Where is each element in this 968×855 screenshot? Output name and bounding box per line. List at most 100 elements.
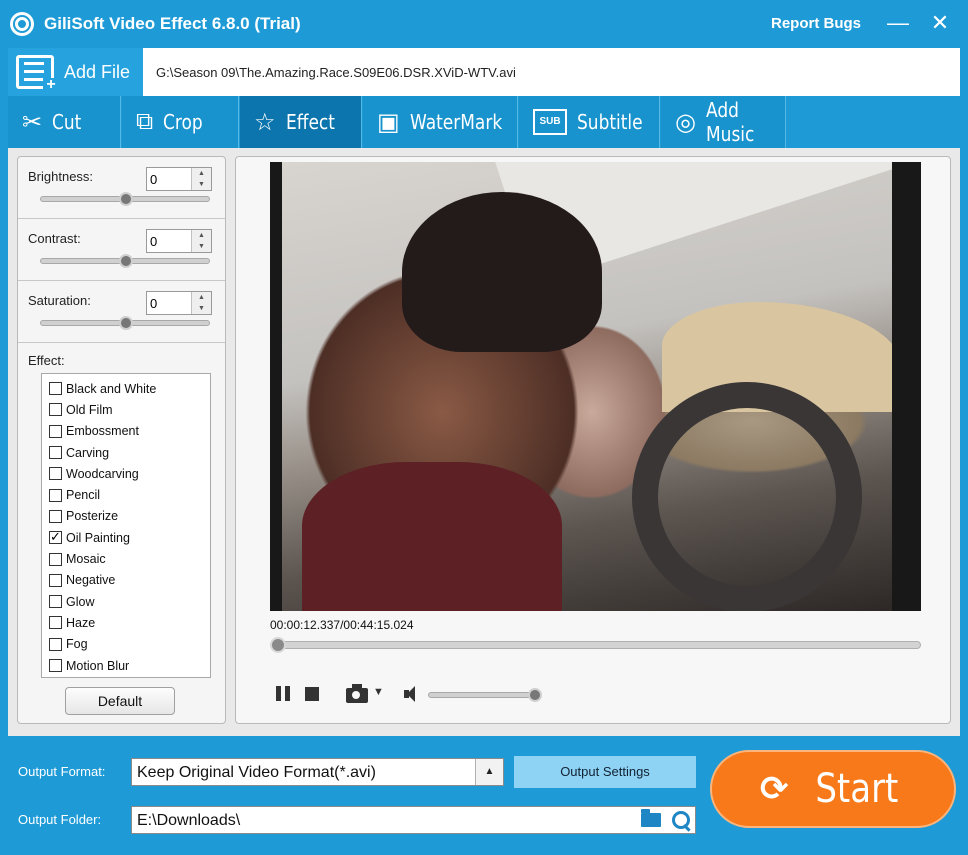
folder-icon[interactable] — [641, 809, 661, 827]
effect-item[interactable]: Haze — [42, 612, 210, 633]
tab-label: Effect — [285, 110, 335, 134]
spin-down-icon[interactable]: ▼ — [192, 179, 211, 190]
start-label: Start — [815, 766, 899, 812]
effect-checkbox[interactable] — [49, 659, 62, 672]
saturation-value: 0 — [150, 296, 158, 311]
output-folder-field[interactable]: E:\Downloads\ — [131, 806, 696, 834]
chevron-down-icon[interactable]: ▼ — [373, 686, 384, 698]
spin-up-icon[interactable]: ▲ — [192, 292, 211, 303]
tab-cut[interactable]: ✂ Cut — [8, 96, 121, 148]
effect-checkbox[interactable] — [49, 637, 62, 651]
effect-label: Old Film — [66, 402, 113, 417]
effect-item[interactable]: Oil Painting — [42, 527, 210, 548]
saturation-label: Saturation: — [28, 293, 91, 308]
effect-checkbox[interactable] — [49, 616, 62, 630]
close-button[interactable]: ✕ — [924, 8, 956, 40]
tab-label: Cut — [52, 110, 82, 134]
brightness-value: 0 — [150, 172, 158, 187]
camera-icon — [346, 684, 368, 703]
effect-item[interactable]: Glow — [42, 591, 210, 612]
effect-checkbox[interactable] — [49, 403, 62, 417]
add-file-button[interactable]: + Add File — [8, 48, 143, 96]
title-bar: GiliSoft Video Effect 6.8.0 (Trial) Repo… — [0, 0, 968, 48]
effect-checkbox[interactable] — [49, 529, 62, 545]
effect-item[interactable]: Embossment — [42, 421, 210, 442]
contrast-slider[interactable] — [40, 254, 210, 268]
effect-item[interactable]: Fog — [42, 634, 210, 655]
effect-checkbox[interactable] — [49, 595, 62, 609]
seek-bar[interactable] — [270, 637, 921, 653]
output-folder-value: E:\Downloads\ — [137, 812, 241, 829]
effect-checkbox[interactable] — [49, 446, 62, 460]
file-path: G:\Season 09\The.Amazing.Race.S09E06.DSR… — [156, 65, 516, 80]
effect-checkbox[interactable] — [49, 509, 62, 523]
contrast-group: Contrast: 0 ▲ ▼ — [18, 219, 225, 281]
output-settings-button[interactable]: Output Settings — [514, 756, 696, 788]
tab-add-music[interactable]: ◎ Add Music — [661, 96, 786, 148]
effect-checkbox[interactable] — [49, 552, 62, 566]
saturation-slider[interactable] — [40, 316, 210, 330]
effect-item[interactable]: Pencil — [42, 484, 210, 505]
effect-item[interactable]: Woodcarving — [42, 463, 210, 484]
output-format-label: Output Format: — [18, 764, 106, 779]
slider-knob[interactable] — [119, 192, 133, 206]
effect-item[interactable]: Black and White — [42, 378, 210, 399]
tab-label: Crop — [163, 110, 203, 134]
volume-icon[interactable] — [404, 684, 422, 704]
tab-label: WaterMark — [409, 110, 502, 134]
effect-checkbox[interactable] — [49, 424, 62, 438]
effect-label: Carving — [66, 445, 110, 460]
slider-knob[interactable] — [119, 316, 133, 330]
brightness-spinbox[interactable]: 0 ▲ ▼ — [146, 167, 212, 191]
effect-item[interactable]: Posterize — [42, 506, 210, 527]
spin-down-icon[interactable]: ▼ — [192, 241, 211, 252]
tab-subtitle[interactable]: SUB Subtitle — [519, 96, 660, 148]
effect-label: Haze — [66, 615, 96, 630]
effect-item[interactable]: Negative — [42, 570, 210, 591]
effect-checkbox[interactable] — [49, 382, 62, 396]
effect-checkbox[interactable] — [49, 573, 62, 587]
minimize-button[interactable]: — — [882, 8, 914, 40]
contrast-spinbox[interactable]: 0 ▲ ▼ — [146, 229, 212, 253]
brightness-slider[interactable] — [40, 192, 210, 206]
default-button[interactable]: Default — [65, 687, 175, 715]
snapshot-button[interactable]: ▼ — [346, 684, 384, 704]
file-row: + Add File G:\Season 09\The.Amazing.Race… — [8, 48, 960, 96]
tab-label: Subtitle — [577, 110, 643, 134]
spin-down-icon[interactable]: ▼ — [192, 303, 211, 314]
spin-up-icon[interactable]: ▲ — [192, 230, 211, 241]
volume-slider[interactable] — [428, 688, 542, 702]
total-time: 00:44:15.024 — [343, 618, 414, 632]
effect-item[interactable]: Motion Blur — [42, 655, 210, 676]
tab-bar: ✂ Cut ⧉ Crop ☆ Effect ▣ WaterMark SUB Su… — [8, 96, 960, 148]
add-file-icon: + — [16, 55, 59, 94]
search-icon[interactable] — [671, 810, 693, 832]
volume-knob[interactable] — [528, 688, 542, 702]
video-frame — [282, 162, 892, 611]
effect-checkbox[interactable] — [49, 488, 62, 502]
start-button[interactable]: ⟳ Start — [710, 750, 956, 828]
effect-checkbox[interactable] — [49, 467, 62, 481]
tab-effect[interactable]: ☆ Effect — [240, 96, 362, 148]
output-format-select[interactable]: Keep Original Video Format(*.avi) ▲ — [131, 758, 504, 786]
effect-label: Negative — [66, 573, 116, 588]
stop-button[interactable] — [305, 684, 319, 704]
refresh-icon: ⟳ — [759, 770, 789, 808]
report-bugs-link[interactable]: Report Bugs — [771, 15, 861, 32]
pause-button[interactable] — [276, 684, 292, 704]
saturation-spinbox[interactable]: 0 ▲ ▼ — [146, 291, 212, 315]
star-icon: ☆ — [254, 108, 276, 136]
effect-item[interactable]: Mosaic — [42, 548, 210, 569]
effect-title: Effect: — [28, 353, 65, 368]
subtitle-icon: SUB — [533, 109, 567, 135]
effect-item[interactable]: Old Film — [42, 399, 210, 420]
tab-watermark[interactable]: ▣ WaterMark — [363, 96, 518, 148]
tab-crop[interactable]: ⧉ Crop — [122, 96, 239, 148]
seek-knob[interactable] — [270, 637, 287, 653]
video-preview[interactable] — [270, 162, 921, 611]
slider-knob[interactable] — [119, 254, 133, 268]
spin-up-icon[interactable]: ▲ — [192, 168, 211, 179]
chevron-up-icon[interactable]: ▲ — [475, 759, 503, 785]
effect-label: Posterize — [66, 509, 119, 524]
effect-item[interactable]: Carving — [42, 442, 210, 463]
